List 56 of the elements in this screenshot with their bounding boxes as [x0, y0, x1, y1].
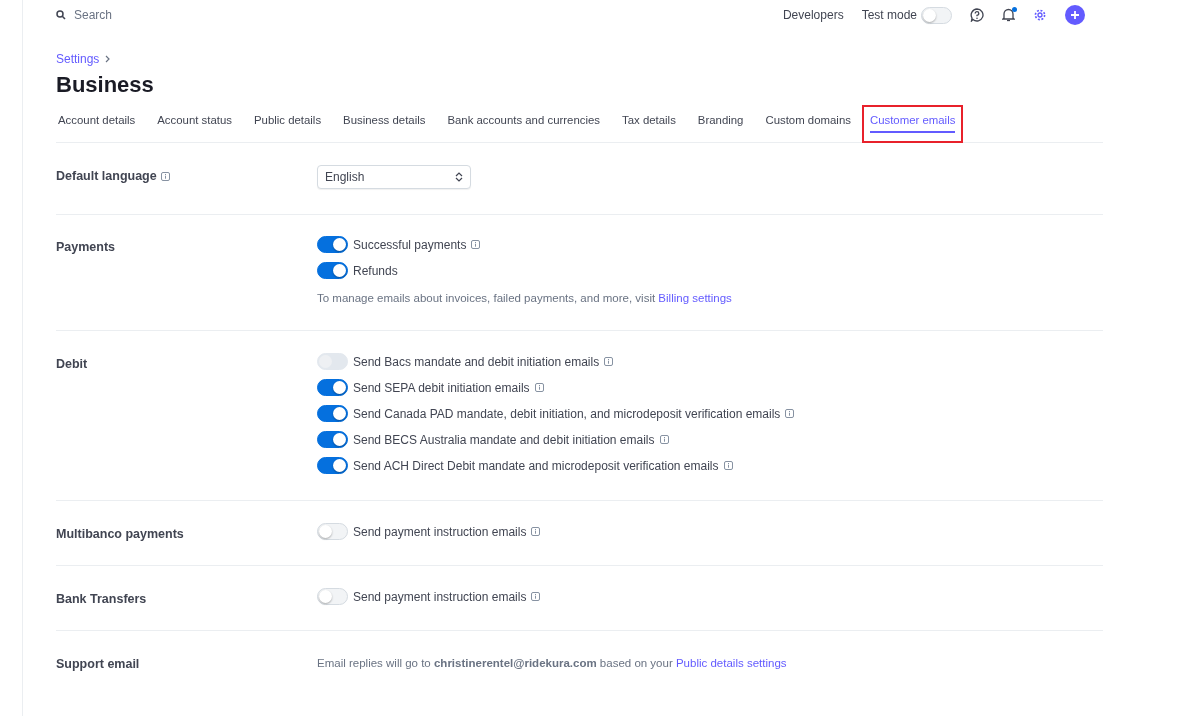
info-icon[interactable] — [785, 409, 795, 418]
language-select[interactable]: English — [317, 165, 471, 189]
support-email-text: Email replies will go to christinerentel@ridekura.com based on your Public details settings — [317, 657, 788, 669]
plus-icon — [1070, 10, 1080, 20]
toggle-label: Refunds — [353, 263, 398, 278]
create-button[interactable] — [1065, 5, 1085, 25]
settings-icon[interactable] — [1033, 8, 1047, 22]
toggle-switch[interactable] — [317, 236, 348, 253]
info-icon[interactable] — [160, 171, 170, 181]
developers-link[interactable]: Developers — [782, 8, 844, 22]
tab[interactable]: Tax details — [611, 105, 687, 143]
note-text: To manage emails about invoices, failed payments, and more, visit Billing settings — [317, 292, 733, 304]
toggle-label: Send BECS Australia mandate and debit initiation emails — [353, 432, 655, 447]
tab[interactable]: Bank accounts and currencies — [436, 105, 611, 143]
tab[interactable]: Business details — [332, 105, 437, 143]
info-icon[interactable] — [531, 592, 541, 601]
tab[interactable]: Customer emails — [861, 105, 964, 143]
toggle-switch[interactable] — [317, 262, 348, 279]
test-mode-label: Test mode — [861, 8, 917, 22]
toggle-switch[interactable] — [317, 431, 348, 448]
notification-bell-icon[interactable] — [1002, 8, 1015, 22]
tab[interactable]: Branding — [686, 105, 755, 143]
section-label: Payments — [56, 240, 116, 254]
section-label: Debit — [56, 357, 88, 371]
section-label: Support email — [56, 657, 140, 671]
toggle-label: Send Bacs mandate and debit initiation emails — [353, 354, 600, 369]
page-title: Business — [56, 72, 155, 98]
section-label: Bank Transfers — [56, 592, 147, 606]
section-label: Default language — [56, 169, 157, 183]
breadcrumb-link[interactable]: Settings — [56, 52, 100, 66]
info-icon[interactable] — [659, 435, 669, 444]
info-icon[interactable] — [723, 461, 733, 470]
toggle-label: Send SEPA debit initiation emails — [353, 380, 530, 395]
help-icon[interactable] — [970, 8, 984, 22]
test-mode-toggle[interactable] — [921, 6, 952, 24]
tab[interactable]: Account status — [146, 105, 243, 143]
tab[interactable]: Custom domains — [754, 105, 862, 143]
chevron-up-down-icon — [455, 172, 463, 182]
toggle-label: Send Canada PAD mandate, debit initiation, and microdeposit verification emails — [353, 406, 781, 421]
tab[interactable]: Public details — [242, 105, 333, 143]
section-label: Multibanco payments — [56, 527, 184, 541]
toggle-switch[interactable] — [317, 379, 348, 396]
toggle-switch[interactable] — [317, 405, 348, 422]
info-icon[interactable] — [531, 527, 541, 536]
toggle-switch[interactable] — [317, 457, 348, 474]
chevron-right-icon — [105, 55, 111, 63]
tab[interactable]: Account details — [56, 105, 147, 143]
info-icon[interactable] — [534, 383, 544, 392]
search-icon — [56, 10, 66, 20]
billing-settings-link[interactable]: Billing settings — [658, 292, 732, 304]
toggle-label: Send payment instruction emails — [353, 524, 527, 539]
toggle-label: Send ACH Direct Debit mandate and microdeposit verification emails — [353, 458, 719, 473]
info-icon[interactable] — [471, 240, 481, 249]
toggle-label: Successful payments — [353, 237, 467, 252]
toggle-label: Send payment instruction emails — [353, 589, 527, 604]
public-details-link[interactable]: Public details settings — [675, 657, 787, 669]
